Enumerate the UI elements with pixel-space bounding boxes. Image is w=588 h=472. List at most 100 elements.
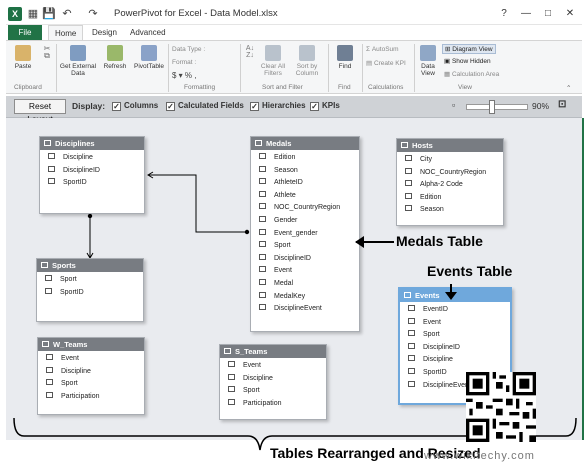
- table-field[interactable]: Discipline: [40, 152, 144, 165]
- table-field[interactable]: Discipline: [220, 373, 326, 386]
- table-header[interactable]: Events: [400, 289, 510, 302]
- table-field[interactable]: NOC_CountryRegion: [397, 167, 503, 180]
- paste-button[interactable]: Paste: [10, 45, 36, 70]
- tab-advanced[interactable]: Advanced: [124, 25, 172, 40]
- table-icon: [404, 292, 411, 298]
- table-field[interactable]: Participation: [38, 391, 144, 404]
- table-field[interactable]: Sport: [37, 274, 143, 287]
- maximize-button[interactable]: □: [540, 7, 556, 21]
- find-button[interactable]: Find: [332, 45, 358, 70]
- field-name: Discipline: [63, 154, 93, 161]
- table-field[interactable]: SportID: [40, 177, 144, 190]
- table-field[interactable]: Participation: [220, 398, 326, 411]
- clear-all-filters-button[interactable]: Clear All Filters: [258, 45, 288, 77]
- table-field[interactable]: Sport: [38, 378, 144, 391]
- autosum-label: AutoSum: [371, 46, 399, 53]
- table-header[interactable]: S_Teams: [220, 345, 326, 358]
- table-field[interactable]: Event_gender: [251, 228, 359, 241]
- reset-layout-button[interactable]: Reset Layout: [14, 99, 66, 124]
- table-field[interactable]: Sport: [220, 385, 326, 398]
- calculation-area-button[interactable]: ▦ Calculation Area: [444, 70, 499, 78]
- minimize-button[interactable]: —: [518, 7, 534, 21]
- table-field[interactable]: City: [397, 154, 503, 167]
- columns-checkbox[interactable]: ✓ Columns: [112, 101, 158, 111]
- table-field[interactable]: DisciplineID: [40, 165, 144, 178]
- table-field[interactable]: Event: [400, 317, 510, 330]
- undo-icon[interactable]: ↶: [60, 7, 74, 21]
- table-field[interactable]: Season: [397, 204, 503, 217]
- table-field[interactable]: Gender: [251, 215, 359, 228]
- table-header[interactable]: Hosts: [397, 139, 503, 152]
- pivottable-button[interactable]: PivotTable: [132, 45, 166, 70]
- checkbox-check-icon: ✓: [250, 102, 259, 111]
- close-button[interactable]: ✕: [562, 7, 578, 21]
- table-field[interactable]: Season: [251, 165, 359, 178]
- tab-file[interactable]: File: [8, 25, 42, 40]
- table-field[interactable]: DisciplineID: [251, 253, 359, 266]
- table-s-teams[interactable]: S_Teams Event Discipline Sport Participa…: [219, 344, 327, 420]
- hierarchies-checkbox[interactable]: ✓ Hierarchies: [250, 101, 306, 111]
- table-field[interactable]: Edition: [397, 192, 503, 205]
- number-format-buttons[interactable]: $ ▾ % ,: [172, 71, 196, 80]
- zoom-slider-thumb[interactable]: [489, 100, 496, 114]
- pivottable-icon: [141, 45, 157, 61]
- table-field[interactable]: Alpha-2 Code: [397, 179, 503, 192]
- tab-design[interactable]: Design: [86, 25, 123, 40]
- table-w-teams[interactable]: W_Teams Event Discipline Sport Participa…: [37, 337, 145, 415]
- sort-by-column-button[interactable]: Sort by Column: [290, 45, 324, 77]
- table-field[interactable]: Athlete: [251, 190, 359, 203]
- table-field[interactable]: DisciplineEvent: [251, 303, 359, 316]
- table-field[interactable]: Sport: [251, 240, 359, 253]
- field-name: SportID: [423, 368, 447, 376]
- table-field[interactable]: NOC_CountryRegion: [251, 202, 359, 215]
- table-name: Medals: [266, 139, 292, 148]
- sort-buttons[interactable]: A↓ Z↓: [244, 45, 256, 59]
- zoom-out-icon[interactable]: ▫: [452, 100, 455, 110]
- table-field[interactable]: Sport: [400, 329, 510, 342]
- table-field[interactable]: SportID: [37, 287, 143, 300]
- get-external-data-button[interactable]: Get External Data: [58, 45, 98, 77]
- diagram-view-button[interactable]: ⊞ Diagram View: [442, 44, 496, 54]
- copy-icon: ⧉: [44, 51, 50, 60]
- redo-icon[interactable]: ↷: [86, 7, 100, 21]
- table-field[interactable]: EventID: [400, 304, 510, 317]
- data-type-dropdown[interactable]: Data Type :: [172, 46, 205, 53]
- table-field[interactable]: MedalKey: [251, 291, 359, 304]
- fit-to-screen-icon[interactable]: ⊡: [558, 99, 566, 110]
- table-field[interactable]: Discipline: [38, 366, 144, 379]
- table-medals[interactable]: Medals Edition Season AthleteID Athlete …: [250, 136, 360, 332]
- table-sports[interactable]: Sports Sport SportID: [36, 258, 144, 322]
- help-button[interactable]: ?: [496, 7, 512, 21]
- zoom-slider[interactable]: [466, 104, 528, 110]
- table-field[interactable]: Discipline: [400, 354, 510, 367]
- table-header[interactable]: Disciplines: [40, 137, 144, 150]
- kpis-checkbox[interactable]: ✓ KPIs: [310, 101, 340, 111]
- relationship-line-medals-disciplines[interactable]: [148, 174, 247, 233]
- table-header[interactable]: Medals: [251, 137, 359, 150]
- table-field[interactable]: DisciplineID: [400, 342, 510, 355]
- refresh-button[interactable]: Refresh: [100, 45, 130, 70]
- table-field[interactable]: Event: [220, 360, 326, 373]
- table-field[interactable]: Event: [38, 353, 144, 366]
- table-field[interactable]: Medal: [251, 278, 359, 291]
- table-field[interactable]: Event: [251, 265, 359, 278]
- data-view-button[interactable]: Data View: [416, 45, 440, 77]
- column-icon: [48, 178, 55, 185]
- format-dropdown[interactable]: Format :: [172, 59, 196, 66]
- collapse-ribbon-icon[interactable]: ⌃: [566, 84, 571, 92]
- calculated-fields-checkbox[interactable]: ✓ Calculated Fields: [166, 101, 244, 111]
- autosum-button[interactable]: Σ AutoSum: [366, 46, 399, 53]
- save-icon[interactable]: 💾: [42, 7, 56, 21]
- create-kpi-button[interactable]: ▤ Create KPI: [366, 59, 406, 67]
- table-field[interactable]: AthleteID: [251, 177, 359, 190]
- cut-copy-stack[interactable]: ✂ ⧉: [40, 45, 54, 60]
- table-field[interactable]: Edition: [251, 152, 359, 165]
- table-disciplines[interactable]: Disciplines Discipline DisciplineID Spor…: [39, 136, 145, 214]
- tab-home[interactable]: Home: [48, 25, 84, 40]
- table-header[interactable]: Sports: [37, 259, 143, 272]
- column-icon: [408, 367, 415, 374]
- table-header[interactable]: W_Teams: [38, 338, 144, 351]
- column-icon: [45, 275, 52, 281]
- show-hidden-button[interactable]: ▣ Show Hidden: [444, 57, 491, 65]
- table-hosts[interactable]: Hosts City NOC_CountryRegion Alpha-2 Cod…: [396, 138, 504, 226]
